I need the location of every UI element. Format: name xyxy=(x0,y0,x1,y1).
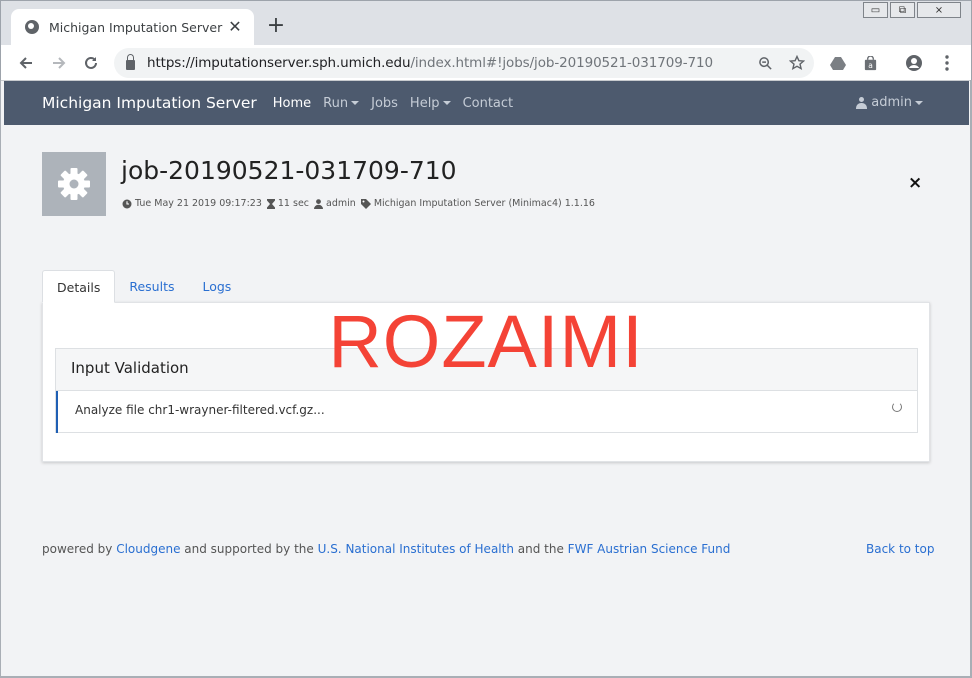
navbar-brand[interactable]: Michigan Imputation Server xyxy=(42,94,257,112)
drive-extension-icon[interactable] xyxy=(825,50,851,76)
new-tab-button[interactable]: + xyxy=(265,14,287,38)
restore-button[interactable]: ⧉ xyxy=(890,2,915,18)
zoom-icon[interactable] xyxy=(754,52,776,74)
window-close-button[interactable]: ⨯ xyxy=(917,2,961,18)
job-tabs: Details Results Logs xyxy=(42,270,245,303)
browser-toolbar: https://imputationserver.sph.umich.edu/i… xyxy=(1,45,971,81)
details-panel: ROZAIMI Input Validation Analyze file ch… xyxy=(42,302,930,462)
nih-link[interactable]: U.S. National Institutes of Health xyxy=(318,542,514,556)
validation-step-row: Analyze file chr1-wrayner-filtered.vcf.g… xyxy=(56,391,917,433)
nav-contact-label: Contact xyxy=(462,95,514,111)
job-user: admin xyxy=(326,198,356,209)
svg-text:a: a xyxy=(868,61,873,70)
footer-text: and the xyxy=(513,542,568,556)
lock-icon xyxy=(126,53,135,70)
browser-tab[interactable]: Michigan Imputation Server ✕ xyxy=(11,9,254,45)
hourglass-icon xyxy=(266,198,275,209)
back-arrow-icon[interactable] xyxy=(13,50,39,76)
job-meta: Tue May 21 2019 09:17:23 11 sec admin Mi… xyxy=(122,198,595,209)
job-date: Tue May 21 2019 09:17:23 xyxy=(135,198,262,209)
tab-results[interactable]: Results xyxy=(115,270,188,303)
job-gear-icon xyxy=(42,152,106,216)
app-navbar: Michigan Imputation Server Home Run Jobs… xyxy=(4,81,969,125)
caret-down-icon xyxy=(351,101,360,105)
window-border xyxy=(0,80,1,678)
caret-down-icon xyxy=(442,101,451,105)
nav-home-label: Home xyxy=(272,95,312,111)
caret-down-icon xyxy=(915,100,923,105)
user-icon xyxy=(314,198,324,209)
close-job-button[interactable]: × xyxy=(908,174,922,192)
watermark-text: ROZAIMI xyxy=(328,300,644,383)
bookmark-star-icon[interactable] xyxy=(786,52,808,74)
page-footer: powered by Cloudgene and supported by th… xyxy=(42,542,730,556)
nav-home[interactable]: Home xyxy=(273,96,311,111)
forward-arrow-icon[interactable] xyxy=(46,50,72,76)
job-title: job-20190521-031709-710 xyxy=(121,156,457,185)
window-controls: ▭ ⧉ ⨯ xyxy=(863,2,961,18)
minimize-button[interactable]: ▭ xyxy=(863,2,888,18)
profile-icon[interactable] xyxy=(901,50,927,76)
job-duration: 11 sec xyxy=(277,198,310,209)
footer-text: powered by xyxy=(42,542,117,556)
nav-run[interactable]: Run xyxy=(323,95,360,111)
reload-icon[interactable] xyxy=(78,50,104,76)
nav-jobs-label: Jobs xyxy=(371,95,398,111)
validation-step-text: Analyze file chr1-wrayner-filtered.vcf.g… xyxy=(75,403,325,417)
clock-icon xyxy=(122,199,132,208)
footer-text: and supported by the xyxy=(180,542,318,556)
address-bar[interactable]: https://imputationserver.sph.umich.edu/i… xyxy=(114,48,814,78)
job-application: Michigan Imputation Server (Minimac4) 1.… xyxy=(373,198,595,209)
user-menu-label: admin xyxy=(871,95,912,110)
browser-tab-title: Michigan Imputation Server xyxy=(49,19,223,35)
user-icon xyxy=(856,96,868,109)
user-menu[interactable]: admin xyxy=(856,95,923,110)
back-to-top-link[interactable]: Back to top xyxy=(866,542,934,556)
tab-strip: Michigan Imputation Server ✕ + ▭ ⧉ ⨯ xyxy=(1,1,971,45)
cloudgene-link[interactable]: Cloudgene xyxy=(116,542,180,556)
nav-contact[interactable]: Contact xyxy=(463,96,514,111)
tab-logs[interactable]: Logs xyxy=(188,270,245,303)
loading-spinner-icon xyxy=(892,402,902,412)
globe-icon xyxy=(25,20,39,34)
tab-details[interactable]: Details xyxy=(42,270,116,303)
fwf-link[interactable]: FWF Austrian Science Fund xyxy=(568,542,731,556)
tab-close-icon[interactable]: ✕ xyxy=(226,18,244,36)
tag-icon xyxy=(360,198,371,209)
nav-jobs[interactable]: Jobs xyxy=(371,96,398,111)
browser-menu-icon[interactable] xyxy=(934,50,960,76)
amazon-extension-icon[interactable]: a xyxy=(857,50,883,76)
nav-run-label: Run xyxy=(323,95,349,111)
url-path: /index.html#!jobs/job-20190521-031709-71… xyxy=(410,55,713,71)
browser-chrome: Michigan Imputation Server ✕ + ▭ ⧉ ⨯ htt… xyxy=(0,0,972,81)
url-host: https://imputationserver.sph.umich.edu xyxy=(147,55,411,71)
nav-help[interactable]: Help xyxy=(410,96,451,111)
url-text: https://imputationserver.sph.umich.edu/i… xyxy=(147,55,713,71)
nav-help-label: Help xyxy=(409,95,440,111)
